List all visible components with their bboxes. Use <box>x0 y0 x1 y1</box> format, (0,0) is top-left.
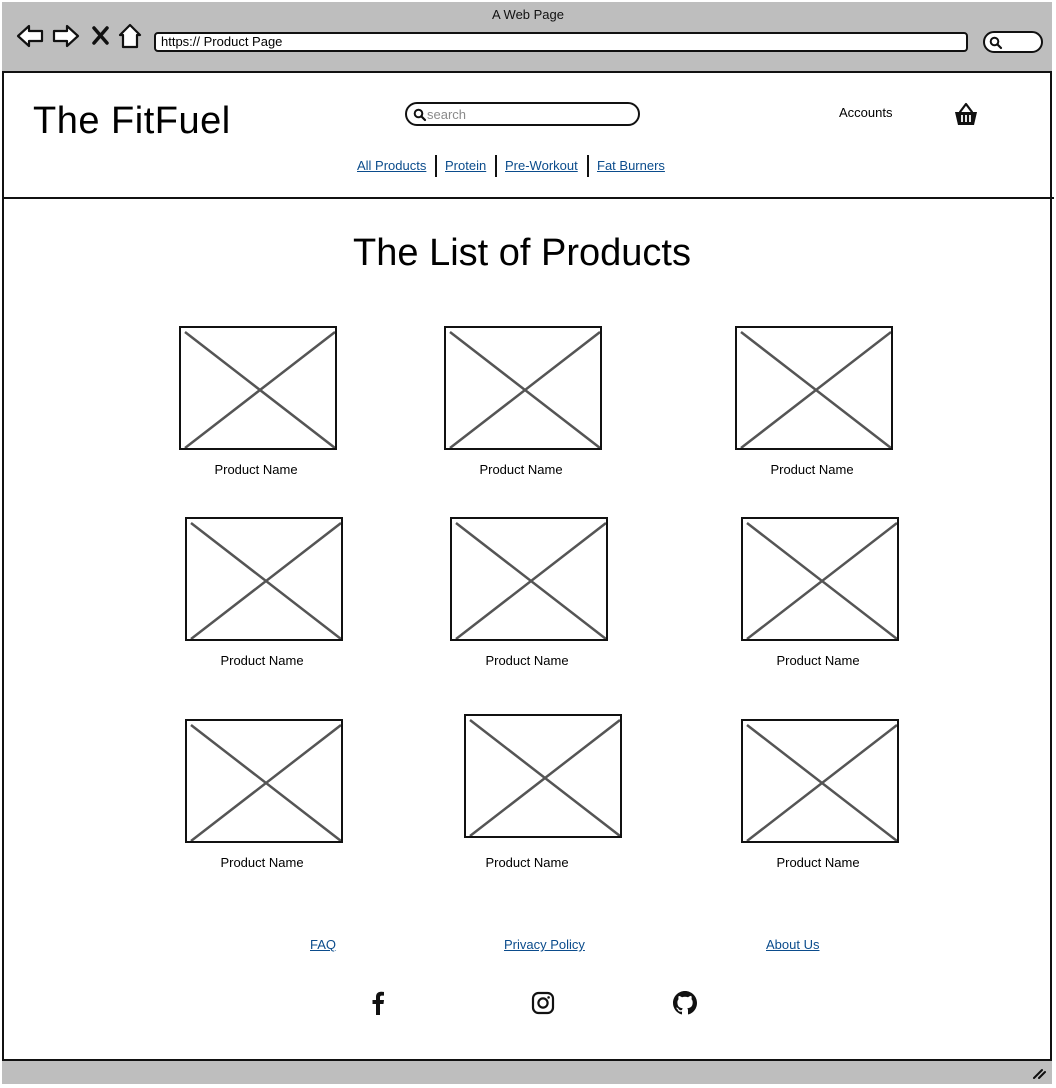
window-title: A Web Page <box>491 7 565 22</box>
product-card[interactable]: Product Name <box>735 326 893 477</box>
header-divider <box>2 197 1054 199</box>
forward-arrow-icon[interactable] <box>51 22 81 50</box>
product-name[interactable]: Product Name <box>181 855 343 870</box>
shopping-basket-icon[interactable] <box>953 101 979 127</box>
product-image-placeholder[interactable] <box>464 714 622 838</box>
accounts-link[interactable]: Accounts <box>839 105 892 120</box>
product-image-placeholder[interactable] <box>741 517 899 641</box>
product-image-placeholder[interactable] <box>179 326 337 450</box>
nav-divider <box>587 155 589 177</box>
product-card[interactable]: Product Name <box>464 714 622 870</box>
product-image-placeholder[interactable] <box>450 517 608 641</box>
product-name[interactable]: Product Name <box>737 855 899 870</box>
product-card[interactable]: Product Name <box>185 517 343 668</box>
nav-pre-workout[interactable]: Pre-Workout <box>505 158 578 173</box>
back-arrow-icon[interactable] <box>15 22 45 50</box>
status-bar <box>2 1059 1052 1084</box>
nav-fat-burners[interactable]: Fat Burners <box>597 158 665 173</box>
search-input[interactable] <box>427 105 627 123</box>
product-image-placeholder[interactable] <box>735 326 893 450</box>
nav-divider <box>495 155 497 177</box>
product-search[interactable] <box>405 102 640 126</box>
footer-faq-link[interactable]: FAQ <box>310 937 336 952</box>
search-icon <box>989 36 1003 50</box>
browser-search-field[interactable] <box>983 31 1043 53</box>
brand-logo[interactable]: The FitFuel <box>33 100 231 143</box>
home-icon[interactable] <box>117 22 143 50</box>
nav-protein[interactable]: Protein <box>445 158 486 173</box>
product-name[interactable]: Product Name <box>175 462 337 477</box>
product-image-placeholder[interactable] <box>185 517 343 641</box>
product-card[interactable]: Product Name <box>450 517 608 668</box>
product-name[interactable]: Product Name <box>446 653 608 668</box>
footer-about-link[interactable]: About Us <box>766 937 819 952</box>
github-icon[interactable] <box>673 991 697 1015</box>
product-name[interactable]: Product Name <box>737 653 899 668</box>
product-card[interactable]: Product Name <box>741 517 899 668</box>
product-name[interactable]: Product Name <box>440 462 602 477</box>
nav-all-products[interactable]: All Products <box>357 158 426 173</box>
instagram-icon[interactable] <box>531 991 555 1015</box>
product-image-placeholder[interactable] <box>741 719 899 843</box>
product-card[interactable]: Product Name <box>185 719 343 870</box>
page-title: The List of Products <box>353 232 691 274</box>
product-image-placeholder[interactable] <box>444 326 602 450</box>
product-image-placeholder[interactable] <box>185 719 343 843</box>
product-card[interactable]: Product Name <box>179 326 337 477</box>
product-card[interactable]: Product Name <box>444 326 602 477</box>
product-name[interactable]: Product Name <box>432 855 622 870</box>
close-icon[interactable] <box>91 25 111 47</box>
address-bar[interactable]: https:// Product Page <box>154 32 968 52</box>
nav-divider <box>435 155 437 177</box>
product-name[interactable]: Product Name <box>181 653 343 668</box>
resize-grip-icon[interactable] <box>1032 1067 1046 1079</box>
footer-privacy-link[interactable]: Privacy Policy <box>504 937 585 952</box>
search-icon <box>413 108 427 122</box>
product-card[interactable]: Product Name <box>741 719 899 870</box>
facebook-icon[interactable] <box>367 991 389 1015</box>
product-name[interactable]: Product Name <box>731 462 893 477</box>
